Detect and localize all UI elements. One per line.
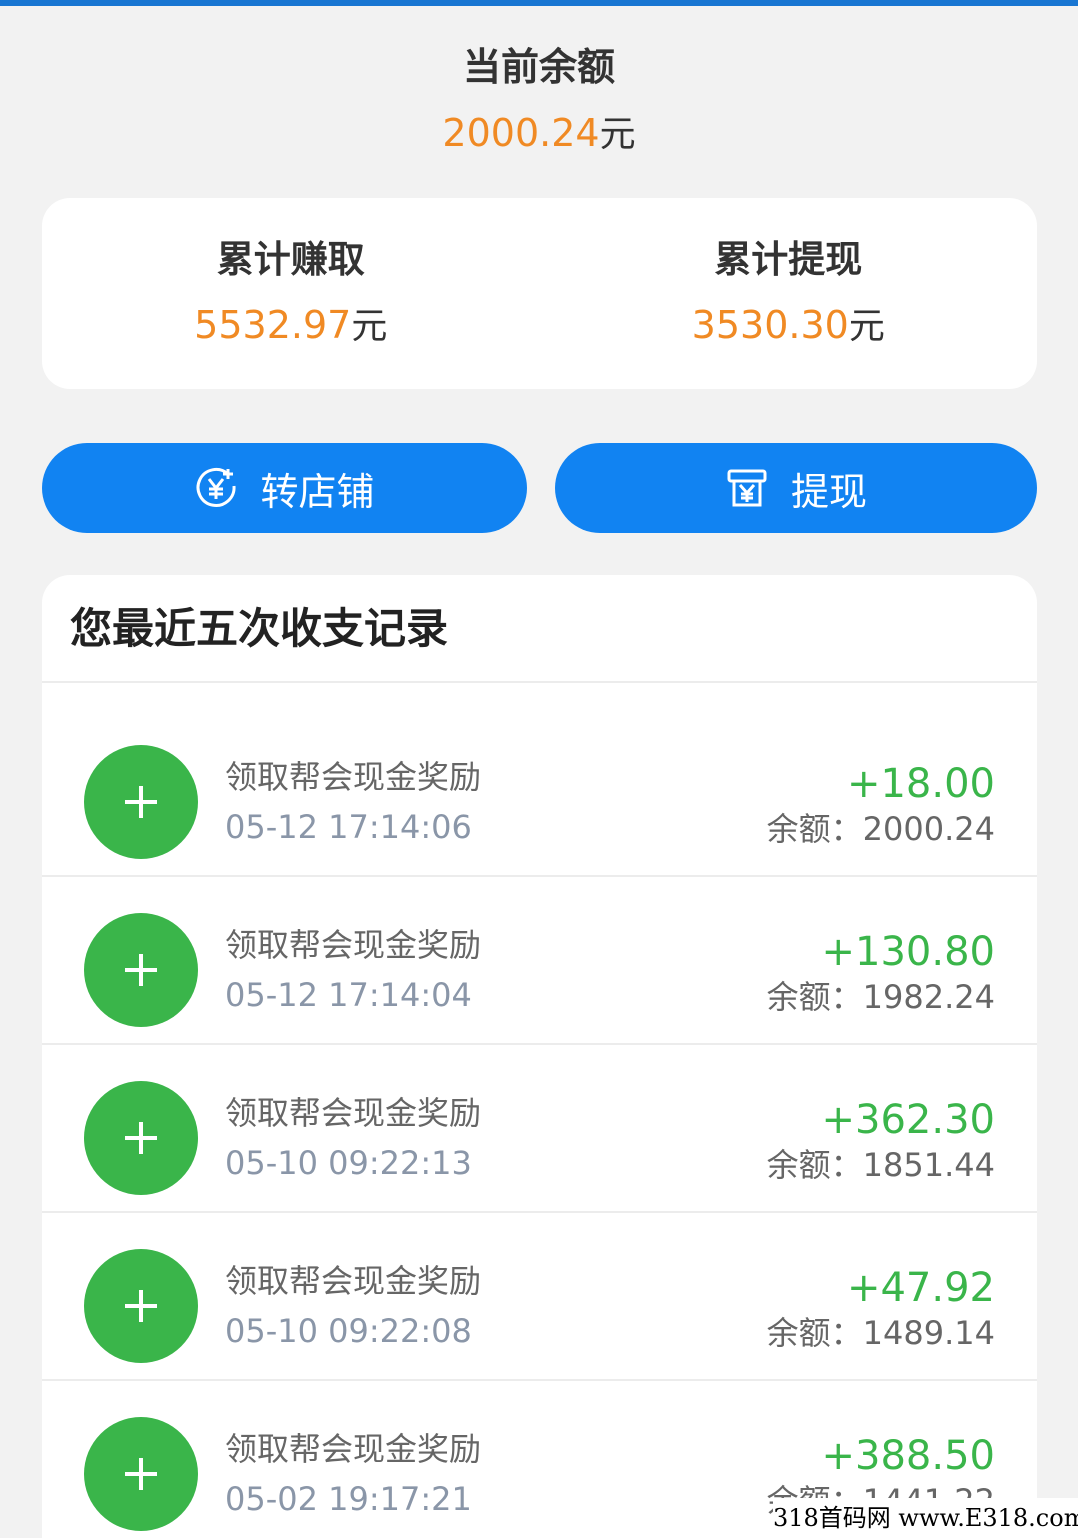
record-balance: 余额：1982.24 bbox=[767, 977, 995, 1017]
withdrawn-unit: 元 bbox=[848, 306, 885, 347]
record-time: 05-12 17:14:04 bbox=[225, 976, 472, 1014]
record-row[interactable]: 领取帮会现金奖励 05-10 09:22:13 +362.30 余额：1851.… bbox=[42, 1045, 1037, 1213]
record-row[interactable]: 领取帮会现金奖励 05-10 09:22:08 +47.92 余额：1489.1… bbox=[42, 1213, 1037, 1381]
balance-prefix: 余额： bbox=[766, 1146, 863, 1184]
record-amount: +362.30 bbox=[821, 1097, 995, 1143]
record-list: 领取帮会现金奖励 05-12 17:14:06 +18.00 余额：2000.2… bbox=[42, 683, 1037, 1538]
balance-prefix: 余额： bbox=[766, 978, 863, 1016]
record-time: 05-02 19:17:21 bbox=[225, 1480, 472, 1518]
withdraw-button[interactable]: 提现 bbox=[555, 443, 1037, 533]
top-accent-bar bbox=[0, 0, 1078, 6]
record-balance: 余额：2000.24 bbox=[767, 809, 995, 849]
record-balance: 余额：1851.44 bbox=[767, 1145, 995, 1185]
current-balance: 当前余额 2000.24元 bbox=[0, 40, 1078, 166]
records-card: 您最近五次收支记录 领取帮会现金奖励 05-12 17:14:06 +18.00… bbox=[42, 575, 1037, 1538]
record-amount: +47.92 bbox=[846, 1265, 995, 1311]
stats-card: 累计赚取 5532.97元 累计提现 3530.30元 bbox=[42, 198, 1037, 389]
plus-icon bbox=[84, 913, 198, 1027]
record-title: 领取帮会现金奖励 bbox=[225, 1430, 482, 1468]
earned-label: 累计赚取 bbox=[216, 238, 365, 281]
record-title: 领取帮会现金奖励 bbox=[225, 1094, 482, 1132]
balance-amount: 1982.24 bbox=[862, 978, 995, 1016]
plus-icon bbox=[84, 1249, 198, 1363]
yuan-wallet-icon bbox=[725, 466, 769, 510]
balance-value: 2000.24 bbox=[442, 111, 600, 155]
balance-prefix: 余额： bbox=[766, 1314, 863, 1352]
transfer-to-shop-button[interactable]: 转店铺 bbox=[42, 443, 527, 533]
record-title: 领取帮会现金奖励 bbox=[225, 758, 482, 796]
stat-total-earned: 累计赚取 5532.97元 bbox=[42, 198, 540, 389]
withdrawn-label: 累计提现 bbox=[714, 238, 863, 281]
site-watermark: 318首码网 www.E318.com bbox=[773, 1498, 1078, 1538]
balance-unit: 元 bbox=[599, 114, 636, 155]
record-time: 05-10 09:22:13 bbox=[225, 1144, 472, 1182]
plus-icon bbox=[84, 1417, 198, 1531]
balance-label: 当前余额 bbox=[462, 45, 615, 89]
yuan-coin-icon bbox=[194, 466, 238, 510]
record-time: 05-12 17:14:06 bbox=[225, 808, 472, 846]
record-amount: +388.50 bbox=[821, 1433, 995, 1479]
stat-total-withdrawn: 累计提现 3530.30元 bbox=[540, 198, 1038, 389]
record-row[interactable]: 领取帮会现金奖励 05-12 17:14:06 +18.00 余额：2000.2… bbox=[42, 709, 1037, 877]
earned-value: 5532.97 bbox=[194, 303, 352, 347]
balance-amount: 1851.44 bbox=[862, 1146, 995, 1184]
record-time: 05-10 09:22:08 bbox=[225, 1312, 472, 1350]
earned-unit: 元 bbox=[351, 306, 388, 347]
plus-icon bbox=[84, 745, 198, 859]
plus-icon bbox=[84, 1081, 198, 1195]
balance-amount: 1489.14 bbox=[862, 1314, 995, 1352]
withdrawn-value: 3530.30 bbox=[691, 303, 849, 347]
record-balance: 余额：1489.14 bbox=[767, 1313, 995, 1353]
record-row[interactable]: 领取帮会现金奖励 05-12 17:14:04 +130.80 余额：1982.… bbox=[42, 877, 1037, 1045]
withdraw-label: 提现 bbox=[790, 469, 867, 514]
records-title: 您最近五次收支记录 bbox=[42, 575, 1037, 683]
record-amount: +18.00 bbox=[846, 761, 995, 807]
transfer-label: 转店铺 bbox=[260, 469, 375, 514]
balance-amount: 2000.24 bbox=[862, 810, 995, 848]
record-title: 领取帮会现金奖励 bbox=[225, 926, 482, 964]
record-title: 领取帮会现金奖励 bbox=[225, 1262, 482, 1300]
record-amount: +130.80 bbox=[821, 929, 995, 975]
balance-prefix: 余额： bbox=[766, 810, 863, 848]
